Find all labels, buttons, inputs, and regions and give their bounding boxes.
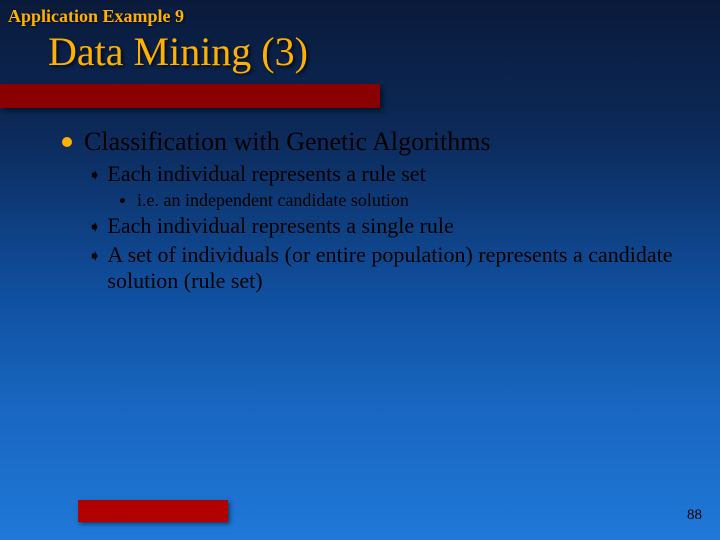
slide-title: Data Mining (3)	[48, 28, 308, 75]
slide: Application Example 9 Data Mining (3) Cl…	[0, 0, 720, 540]
dot-bullet-icon	[120, 198, 125, 203]
header-label: Application Example 9	[8, 6, 184, 27]
bullet-level2: ➧ Each individual represents a single ru…	[88, 213, 680, 239]
arrow-bullet-icon: ➧	[88, 217, 101, 237]
bullet-level2: ➧ Each individual represents a rule set	[88, 161, 680, 187]
bullet-text: i.e. an independent candidate solution	[137, 190, 409, 212]
arrow-bullet-icon: ➧	[88, 246, 101, 266]
bullet-text: Each individual represents a single rule	[107, 213, 453, 239]
title-block: Data Mining (3)	[48, 28, 308, 75]
bullet-text: Each individual represents a rule set	[107, 161, 425, 187]
footer-accent-bar	[78, 500, 228, 522]
bullet-text: Classification with Genetic Algorithms	[84, 126, 491, 157]
disc-bullet-icon	[62, 137, 72, 147]
bullet-level1: Classification with Genetic Algorithms	[62, 126, 680, 157]
bullet-level3: i.e. an independent candidate solution	[120, 190, 680, 212]
body-content: Classification with Genetic Algorithms ➧…	[62, 126, 680, 294]
bullet-text: A set of individuals (or entire populati…	[107, 242, 680, 295]
page-number: 88	[687, 507, 702, 524]
arrow-bullet-icon: ➧	[88, 165, 101, 185]
title-underline-bar	[0, 84, 380, 108]
bullet-level2: ➧ A set of individuals (or entire popula…	[88, 242, 680, 295]
